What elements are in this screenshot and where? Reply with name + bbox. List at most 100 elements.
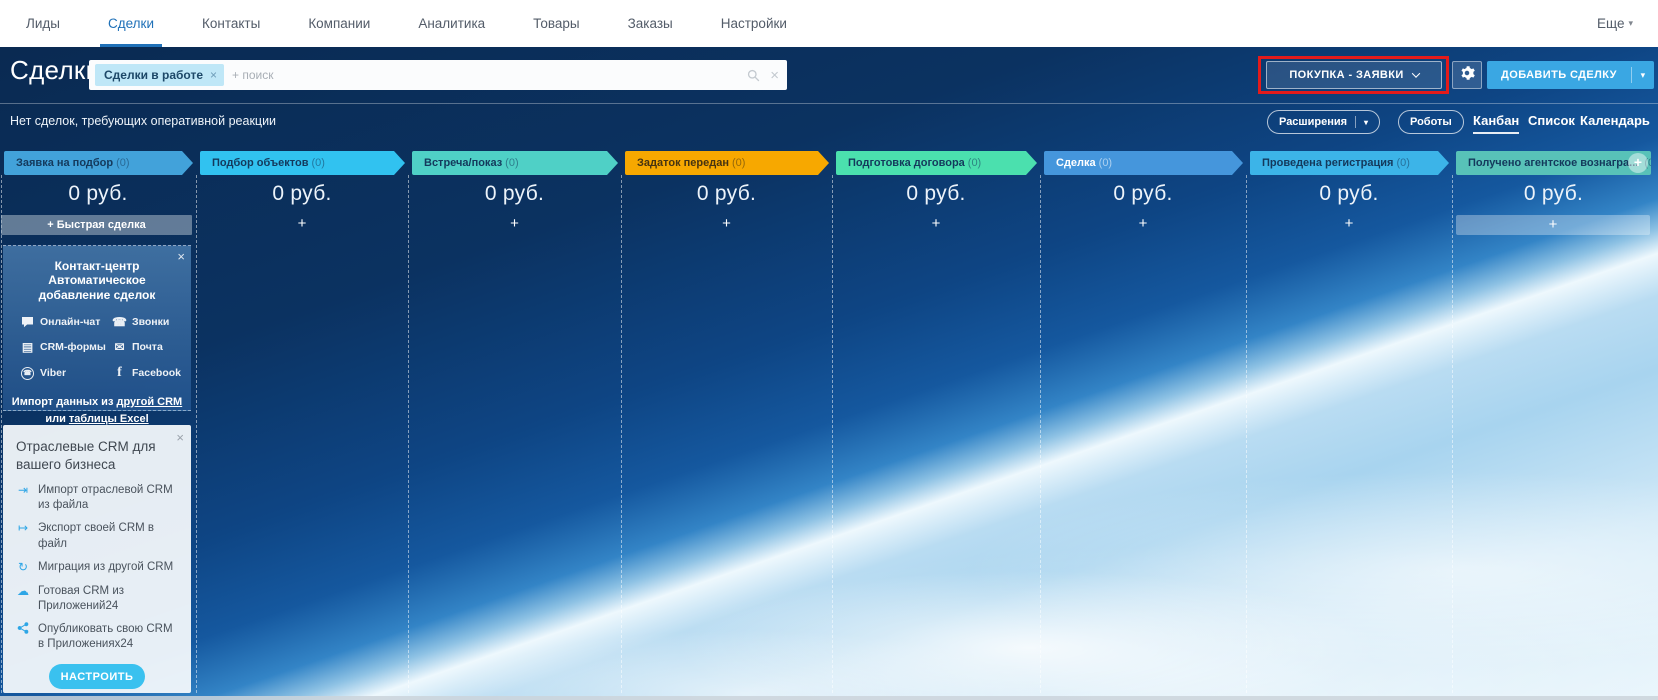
add-stage-button[interactable]: +	[1628, 153, 1648, 173]
import-file-icon: ⇥	[16, 483, 30, 513]
deal-category-label: ПОКУПКА - ЗАЯВКИ	[1289, 69, 1403, 81]
robots-button[interactable]: Роботы	[1398, 110, 1464, 134]
stage-header[interactable]: Подготовка договора(0)	[836, 151, 1037, 175]
import-excel-link[interactable]: таблицы Excel	[69, 413, 149, 425]
chat-icon	[20, 317, 35, 328]
add-deal-plus-button[interactable]: +	[621, 215, 832, 232]
contact-center-widget: × Контакт-центр Автоматическое добавлени…	[3, 245, 191, 411]
channel-crm-forms[interactable]: ▤ CRM-формы	[20, 340, 112, 354]
share-icon	[16, 622, 30, 652]
kanban-column: Встреча/показ(0) 0 руб. +	[408, 151, 621, 271]
export-file-icon: ↦	[16, 521, 30, 551]
add-deal-plus-button[interactable]: +	[196, 215, 408, 232]
view-tab-list[interactable]: Список	[1528, 113, 1575, 128]
crm-form-icon: ▤	[20, 340, 35, 354]
extensions-button[interactable]: Расширения ▾	[1267, 110, 1380, 134]
plus-icon: +	[47, 219, 53, 231]
column-amount: 0 руб.	[1246, 182, 1452, 206]
mail-icon: ✉	[112, 340, 127, 354]
industry-crm-list: ⇥ Импорт отраслевой CRM из файла ↦ Экспо…	[3, 473, 191, 652]
gear-icon	[1459, 65, 1475, 86]
chevron-down-icon: ▾	[1628, 18, 1633, 29]
column-amount: 0 руб.	[621, 182, 832, 206]
kanban-column: Подбор объектов(0) 0 руб. +	[196, 151, 408, 271]
stage-header[interactable]: Получено агентское вознагра... (0) +	[1456, 151, 1651, 175]
industry-item-import[interactable]: ⇥ Импорт отраслевой CRM из файла	[16, 483, 181, 513]
stage-header[interactable]: Проведена регистрация(0)	[1250, 151, 1449, 175]
add-deal-plus-button[interactable]: +	[1040, 215, 1246, 232]
kanban-column: Сделка(0) 0 руб. +	[1040, 151, 1246, 271]
configure-button[interactable]: НАСТРОИТЬ	[49, 664, 145, 689]
stage-header[interactable]: Подбор объектов(0)	[200, 151, 405, 175]
column-amount: 0 руб.	[196, 182, 408, 206]
contact-center-subtitle: Автоматическое добавление сделок	[3, 273, 191, 303]
migration-icon: ↻	[16, 560, 30, 576]
channel-mail[interactable]: ✉ Почта	[112, 340, 194, 354]
quick-deal-button[interactable]: + Быстрая сделка	[1, 215, 192, 235]
import-data-text: Импорт данных из другой CRM или таблицы …	[3, 394, 191, 427]
stage-header[interactable]: Заявка на подбор(0)	[4, 151, 193, 175]
industry-item-publish[interactable]: Опубликовать свою CRM в Приложениях24	[16, 622, 181, 652]
filter-chip-label: Сделки в работе	[104, 68, 203, 82]
top-nav: Лиды Сделки Контакты Компании Аналитика …	[0, 0, 1658, 47]
channel-facebook[interactable]: f Facebook	[112, 365, 194, 381]
close-icon[interactable]: ×	[176, 430, 184, 445]
add-deal-plus-button[interactable]: +	[1456, 215, 1650, 235]
industry-item-export[interactable]: ↦ Экспорт своей CRM в файл	[16, 521, 181, 551]
page-title: Сделки	[10, 55, 100, 86]
nav-tab-analytics[interactable]: Аналитика	[416, 0, 487, 47]
cloud-icon: ☁	[16, 584, 30, 614]
channel-online-chat[interactable]: Онлайн-чат	[20, 315, 112, 329]
bitrix-crm-window: Лиды Сделки Контакты Компании Аналитика …	[0, 0, 1658, 700]
search-icon[interactable]	[747, 69, 760, 82]
crm-workspace: Сделки ☆ Сделки в работе × × ПОКУПКА - З…	[0, 47, 1658, 700]
chip-remove-icon[interactable]: ×	[210, 68, 217, 82]
nav-tab-companies[interactable]: Компании	[306, 0, 372, 47]
import-crm-link[interactable]: другой CRM	[116, 396, 182, 408]
clear-search-icon[interactable]: ×	[770, 67, 779, 84]
view-tab-kanban[interactable]: Канбан	[1473, 113, 1519, 128]
nav-tab-contacts[interactable]: Контакты	[200, 0, 262, 47]
view-tab-calendar[interactable]: Календарь	[1580, 113, 1650, 128]
nav-tab-settings[interactable]: Настройки	[719, 0, 789, 47]
search-input[interactable]	[232, 68, 737, 82]
stage-header[interactable]: Задаток передан(0)	[625, 151, 829, 175]
channel-grid: Онлайн-чат ☎ Звонки ▤ CRM-формы ✉ Почта …	[3, 315, 191, 381]
close-icon[interactable]: ×	[177, 249, 185, 264]
stage-header[interactable]: Встреча/показ(0)	[412, 151, 618, 175]
column-amount: 0 руб.	[1040, 182, 1246, 206]
toolbar-divider	[0, 103, 1658, 104]
filter-search-bar[interactable]: Сделки в работе × ×	[89, 60, 787, 90]
column-amount: 0 руб.	[408, 182, 621, 206]
add-deal-plus-button[interactable]: +	[832, 215, 1040, 232]
add-deal-button[interactable]: ДОБАВИТЬ СДЕЛКУ ▾	[1487, 61, 1654, 89]
kanban-column: Подготовка договора(0) 0 руб. +	[832, 151, 1040, 271]
channel-viber[interactable]: ☎ Viber	[20, 365, 112, 381]
industry-item-migration[interactable]: ↻ Миграция из другой CRM	[16, 560, 181, 576]
nav-tab-orders[interactable]: Заказы	[626, 0, 675, 47]
settings-gear-button[interactable]	[1452, 61, 1482, 89]
add-deal-dropdown-arrow[interactable]: ▾	[1632, 70, 1654, 81]
nav-tab-leads[interactable]: Лиды	[24, 0, 62, 47]
viber-icon: ☎	[20, 367, 35, 380]
industry-crm-title: Отраслевые CRM для вашего бизнеса	[3, 425, 191, 473]
kanban-column: Проведена регистрация(0) 0 руб. +	[1246, 151, 1452, 271]
industry-crm-widget: × Отраслевые CRM для вашего бизнеса ⇥ Им…	[3, 425, 191, 693]
nav-tab-products[interactable]: Товары	[531, 0, 581, 47]
column-amount: 0 руб.	[0, 182, 196, 206]
nav-more-menu[interactable]: Еще▾	[1597, 0, 1633, 47]
deal-category-button[interactable]: ПОКУПКА - ЗАЯВКИ	[1266, 61, 1442, 89]
button-divider	[1355, 116, 1356, 128]
status-text: Нет сделок, требующих оперативной реакци…	[10, 114, 276, 128]
channel-calls[interactable]: ☎ Звонки	[112, 315, 194, 329]
nav-tab-deals[interactable]: Сделки	[106, 0, 156, 47]
filter-chip[interactable]: Сделки в работе ×	[95, 64, 224, 86]
stage-header[interactable]: Сделка(0)	[1044, 151, 1243, 175]
chevron-down-icon: ▾	[1364, 118, 1368, 127]
industry-item-ready-crm[interactable]: ☁ Готовая CRM из Приложений24	[16, 584, 181, 614]
phone-icon: ☎	[112, 315, 127, 329]
chevron-down-icon	[1411, 69, 1419, 77]
add-deal-plus-button[interactable]: +	[1246, 215, 1452, 232]
horizontal-scrollbar[interactable]	[0, 696, 1658, 700]
add-deal-plus-button[interactable]: +	[408, 215, 621, 232]
